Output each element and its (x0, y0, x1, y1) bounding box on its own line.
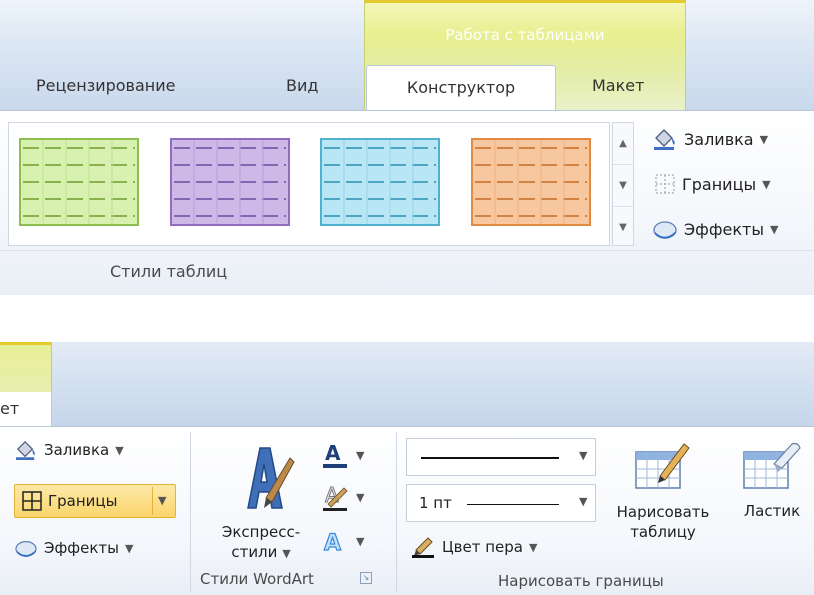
draw-table-label-2: таблицу (630, 523, 696, 541)
group-separator (190, 432, 191, 592)
fill-button[interactable]: Заливка ▼ (14, 440, 124, 460)
line-weight-preview (467, 504, 559, 505)
group-label-draw-borders: Нарисовать границы (498, 572, 664, 590)
ribbon-bottom-panel: ет Заливка ▼ Границы ▼ Эффекты ▼ Экспрес… (0, 342, 814, 595)
table-style-green[interactable] (19, 138, 139, 226)
borders-button[interactable]: Границы ▼ (654, 173, 771, 195)
effects-label: Эффекты (684, 219, 764, 239)
pen-color-button[interactable]: Цвет пера ▼ (410, 536, 537, 558)
tab-layout[interactable]: Макет (592, 76, 644, 95)
line-weight-dropdown[interactable]: 1 пт ▼ (406, 484, 596, 522)
borders-button-content[interactable]: Границы (22, 491, 117, 511)
effects-icon (653, 221, 677, 239)
text-fill-button[interactable]: A ▼ (320, 440, 364, 470)
line-style-dropdown[interactable]: ▼ (406, 438, 596, 476)
effects-button[interactable]: Эффекты ▼ (14, 538, 133, 558)
fill-button[interactable]: Заливка ▼ (652, 128, 768, 150)
chevron-down-icon: ▼ (356, 490, 365, 504)
effects-icon (15, 541, 37, 557)
text-outline-button[interactable]: A ▼ (320, 482, 364, 512)
tab-designer[interactable]: Конструктор (366, 65, 556, 112)
eraser-button[interactable]: Ластик (734, 502, 810, 520)
text-effects-button[interactable]: A ▼ (320, 526, 364, 556)
table-style-orange[interactable] (471, 138, 591, 226)
text-fill-icon: A (323, 441, 347, 468)
dialog-launcher-icon[interactable]: ↘ (360, 572, 372, 584)
borders-label: Границы (682, 174, 757, 194)
svg-text:A: A (324, 531, 341, 556)
borders-icon (22, 491, 42, 511)
draw-table-button[interactable]: Нарисовать таблицу (604, 502, 722, 542)
chevron-down-icon: ▼ (125, 541, 134, 555)
group-label-divider (0, 250, 814, 251)
chevron-down-icon: ▼ (759, 132, 769, 146)
chevron-down-icon: ▼ (762, 177, 771, 191)
gallery-scrollbar[interactable]: ▲ ▼ ▼ (612, 122, 634, 246)
tab-view[interactable]: Вид (286, 76, 318, 95)
text-outline-icon: A (323, 483, 348, 511)
ribbon-top-panel: Работа с таблицами Рецензирование Вид Ко… (0, 0, 814, 295)
borders-icon (655, 174, 675, 194)
pen-color-label: Цвет пера (442, 538, 523, 556)
draw-table-icon[interactable] (632, 438, 692, 494)
effects-button[interactable]: Эффекты ▼ (652, 218, 778, 240)
gallery-more-icon[interactable]: ▼ (613, 207, 633, 248)
borders-label: Границы (48, 492, 118, 510)
eraser-icon[interactable] (740, 438, 804, 494)
context-tab-title: Работа с таблицами (445, 26, 605, 44)
fill-label: Заливка (44, 441, 110, 459)
chevron-down-icon: ▼ (528, 540, 538, 554)
express-styles-icon[interactable] (226, 438, 296, 518)
tab-review[interactable]: Рецензирование (36, 76, 175, 95)
chevron-down-icon[interactable]: ▼ (158, 494, 166, 507)
line-style-preview (421, 457, 559, 459)
chevron-down-icon: ▼ (579, 449, 588, 462)
svg-text:A: A (325, 441, 341, 465)
chevron-down-icon: ▼ (115, 443, 124, 457)
split-divider (152, 487, 153, 515)
line-weight-value: 1 пт (419, 494, 452, 512)
group-label-table-styles: Стили таблиц (110, 262, 228, 281)
effects-label: Эффекты (44, 539, 119, 557)
pen-icon (412, 537, 434, 558)
chevron-down-icon: ▼ (770, 222, 779, 236)
scroll-up-icon[interactable]: ▲ (613, 123, 633, 165)
draw-table-label-1: Нарисовать (616, 503, 710, 521)
group-label-wordart: Стили WordArt (200, 570, 314, 588)
chevron-down-icon: ▼ (356, 534, 365, 548)
express-styles-label-1: Экспресс- (221, 523, 301, 541)
table-style-cyan[interactable] (320, 138, 440, 226)
paint-bucket-icon (16, 440, 35, 460)
chevron-down-icon: ▼ (579, 495, 588, 508)
tab-layout-partial[interactable]: ет (0, 392, 52, 427)
table-style-purple[interactable] (170, 138, 290, 226)
fill-label: Заливка (684, 129, 754, 149)
group-separator (396, 432, 397, 592)
scroll-down-icon[interactable]: ▼ (613, 165, 633, 207)
express-styles-label-2: стили (231, 543, 278, 561)
paint-bucket-icon (654, 129, 675, 150)
express-styles-button[interactable]: Экспресс- стили ▼ (206, 522, 316, 564)
text-effects-icon: A (323, 530, 341, 556)
chevron-down-icon: ▼ (356, 448, 365, 462)
chevron-down-icon: ▼ (282, 547, 291, 560)
tab-bar (0, 342, 814, 426)
